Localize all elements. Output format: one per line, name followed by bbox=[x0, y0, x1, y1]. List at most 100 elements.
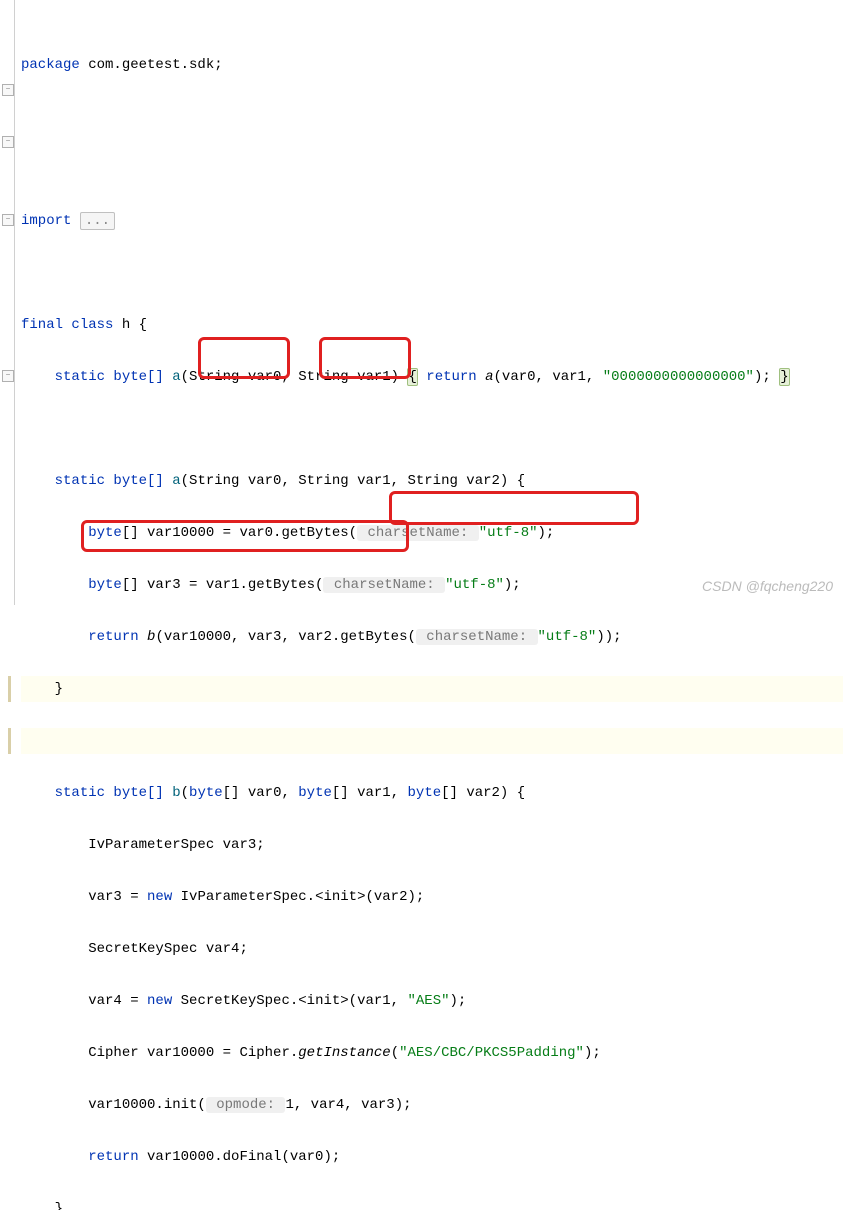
code: ); bbox=[538, 525, 555, 541]
fold-marker-icon[interactable]: − bbox=[2, 370, 14, 382]
blank-line bbox=[21, 156, 843, 182]
code: Cipher var10000 = Cipher. bbox=[88, 1045, 298, 1061]
code: SecretKeySpec.<init>(var1, bbox=[181, 993, 408, 1009]
code-line: var3 = new IvParameterSpec.<init>(var2); bbox=[21, 884, 843, 910]
code: var3 = bbox=[88, 889, 147, 905]
brace-open: { bbox=[407, 368, 417, 386]
sep: , bbox=[391, 785, 408, 801]
code: ); bbox=[450, 993, 467, 1009]
fold-marker-icon[interactable]: − bbox=[2, 214, 14, 226]
package-name: com.geetest.sdk; bbox=[88, 57, 222, 73]
keyword-return: return bbox=[88, 629, 147, 645]
modified-marker-icon bbox=[8, 728, 11, 754]
code: IvParameterSpec var3; bbox=[88, 837, 264, 853]
code-line: return var10000.doFinal(var0); bbox=[21, 1144, 843, 1170]
method-name: b bbox=[172, 785, 180, 801]
code-line: var4 = new SecretKeySpec.<init>(var1, "A… bbox=[21, 988, 843, 1014]
code-line: package com.geetest.sdk; bbox=[21, 52, 843, 78]
code-line: IvParameterSpec var3; bbox=[21, 832, 843, 858]
brace: } bbox=[55, 1201, 63, 1210]
brace: { bbox=[139, 317, 147, 333]
param-hint: opmode: bbox=[206, 1097, 286, 1113]
code: [] var3 = var1.getBytes( bbox=[122, 577, 324, 593]
code: var4 = bbox=[88, 993, 147, 1009]
code-line: static byte[] a(String var0, String var1… bbox=[21, 364, 843, 390]
modified-marker-icon bbox=[8, 676, 11, 702]
code-editor[interactable]: − − − − package com.geetest.sdk; import … bbox=[0, 0, 843, 605]
keyword-new: new bbox=[147, 889, 181, 905]
params: (String var0, String var1) bbox=[181, 369, 408, 385]
folded-imports-icon[interactable]: ... bbox=[80, 212, 115, 230]
code-line: return b(var10000, var3, var2.getBytes( … bbox=[21, 624, 843, 650]
blank-line bbox=[21, 260, 843, 286]
param-hint: charsetName: bbox=[416, 629, 538, 645]
code-line: SecretKeySpec var4; bbox=[21, 936, 843, 962]
blank-line bbox=[21, 104, 843, 130]
sep: , bbox=[281, 785, 298, 801]
code-line: } bbox=[21, 676, 843, 702]
keyword-return: return bbox=[418, 369, 485, 385]
param: [] var2) { bbox=[441, 785, 525, 801]
class-name: h bbox=[122, 317, 139, 333]
keyword-return: return bbox=[88, 1149, 147, 1165]
param-hint: charsetName: bbox=[357, 525, 479, 541]
code: SecretKeySpec var4; bbox=[88, 941, 248, 957]
keyword-final: final bbox=[21, 317, 71, 333]
method-name: a bbox=[172, 369, 180, 385]
brace-close: } bbox=[779, 368, 789, 386]
code-line: var10000.init( opmode: 1, var4, var3); bbox=[21, 1092, 843, 1118]
keyword-class: class bbox=[71, 317, 121, 333]
code: ); bbox=[584, 1045, 601, 1061]
keyword-new: new bbox=[147, 993, 181, 1009]
code-line: byte[] var10000 = var0.getBytes( charset… bbox=[21, 520, 843, 546]
blank-line bbox=[21, 728, 843, 754]
string-literal: "0000000000000000" bbox=[603, 369, 754, 385]
fold-marker-icon[interactable]: − bbox=[2, 84, 14, 96]
keyword-static: static bbox=[55, 785, 114, 801]
keyword-static: static bbox=[55, 369, 114, 385]
string-literal: "utf-8" bbox=[445, 577, 504, 593]
gutter: − − − − bbox=[0, 0, 15, 605]
brace: } bbox=[55, 681, 63, 697]
string-literal: "utf-8" bbox=[538, 629, 597, 645]
string-literal: "AES/CBC/PKCS5Padding" bbox=[399, 1045, 584, 1061]
fold-marker-icon[interactable]: − bbox=[2, 136, 14, 148]
paren: ( bbox=[391, 1045, 399, 1061]
keyword-byte: byte bbox=[408, 785, 442, 801]
code-line: Cipher var10000 = Cipher.getInstance("AE… bbox=[21, 1040, 843, 1066]
call: a bbox=[485, 369, 493, 385]
keyword-byte: byte bbox=[189, 785, 223, 801]
code: (var10000, var3, var2.getBytes( bbox=[155, 629, 415, 645]
code: ); bbox=[504, 577, 521, 593]
code: , var4, var3); bbox=[294, 1097, 412, 1113]
string-literal: "utf-8" bbox=[479, 525, 538, 541]
code: var10000.doFinal(var0); bbox=[147, 1149, 340, 1165]
params: (String var0, String var1, String var2) … bbox=[181, 473, 525, 489]
keyword-byte: byte bbox=[88, 525, 122, 541]
code-area[interactable]: package com.geetest.sdk; import ... fina… bbox=[15, 0, 843, 605]
code-line: } bbox=[21, 1196, 843, 1210]
keyword-import: import bbox=[21, 213, 80, 229]
code: )); bbox=[596, 629, 621, 645]
code: [] var10000 = var0.getBytes( bbox=[122, 525, 357, 541]
paren: ( bbox=[181, 785, 189, 801]
blank-line bbox=[21, 416, 843, 442]
method-name: a bbox=[172, 473, 180, 489]
param: [] var0 bbox=[223, 785, 282, 801]
code: var10000.init( bbox=[88, 1097, 206, 1113]
return-type: byte[] bbox=[113, 473, 172, 489]
code-line: final class h { bbox=[21, 312, 843, 338]
code-line: static byte[] a(String var0, String var1… bbox=[21, 468, 843, 494]
return-type: byte[] bbox=[113, 369, 172, 385]
return-type: byte[] bbox=[113, 785, 172, 801]
args: (var0, var1, bbox=[494, 369, 603, 385]
param: [] var1 bbox=[332, 785, 391, 801]
code: IvParameterSpec.<init>(var2); bbox=[181, 889, 425, 905]
call: b bbox=[147, 629, 155, 645]
keyword-byte: byte bbox=[298, 785, 332, 801]
keyword-package: package bbox=[21, 57, 88, 73]
static-call: getInstance bbox=[298, 1045, 390, 1061]
code-line: byte[] var3 = var1.getBytes( charsetName… bbox=[21, 572, 843, 598]
arg: 1 bbox=[285, 1097, 293, 1113]
keyword-static: static bbox=[55, 473, 114, 489]
